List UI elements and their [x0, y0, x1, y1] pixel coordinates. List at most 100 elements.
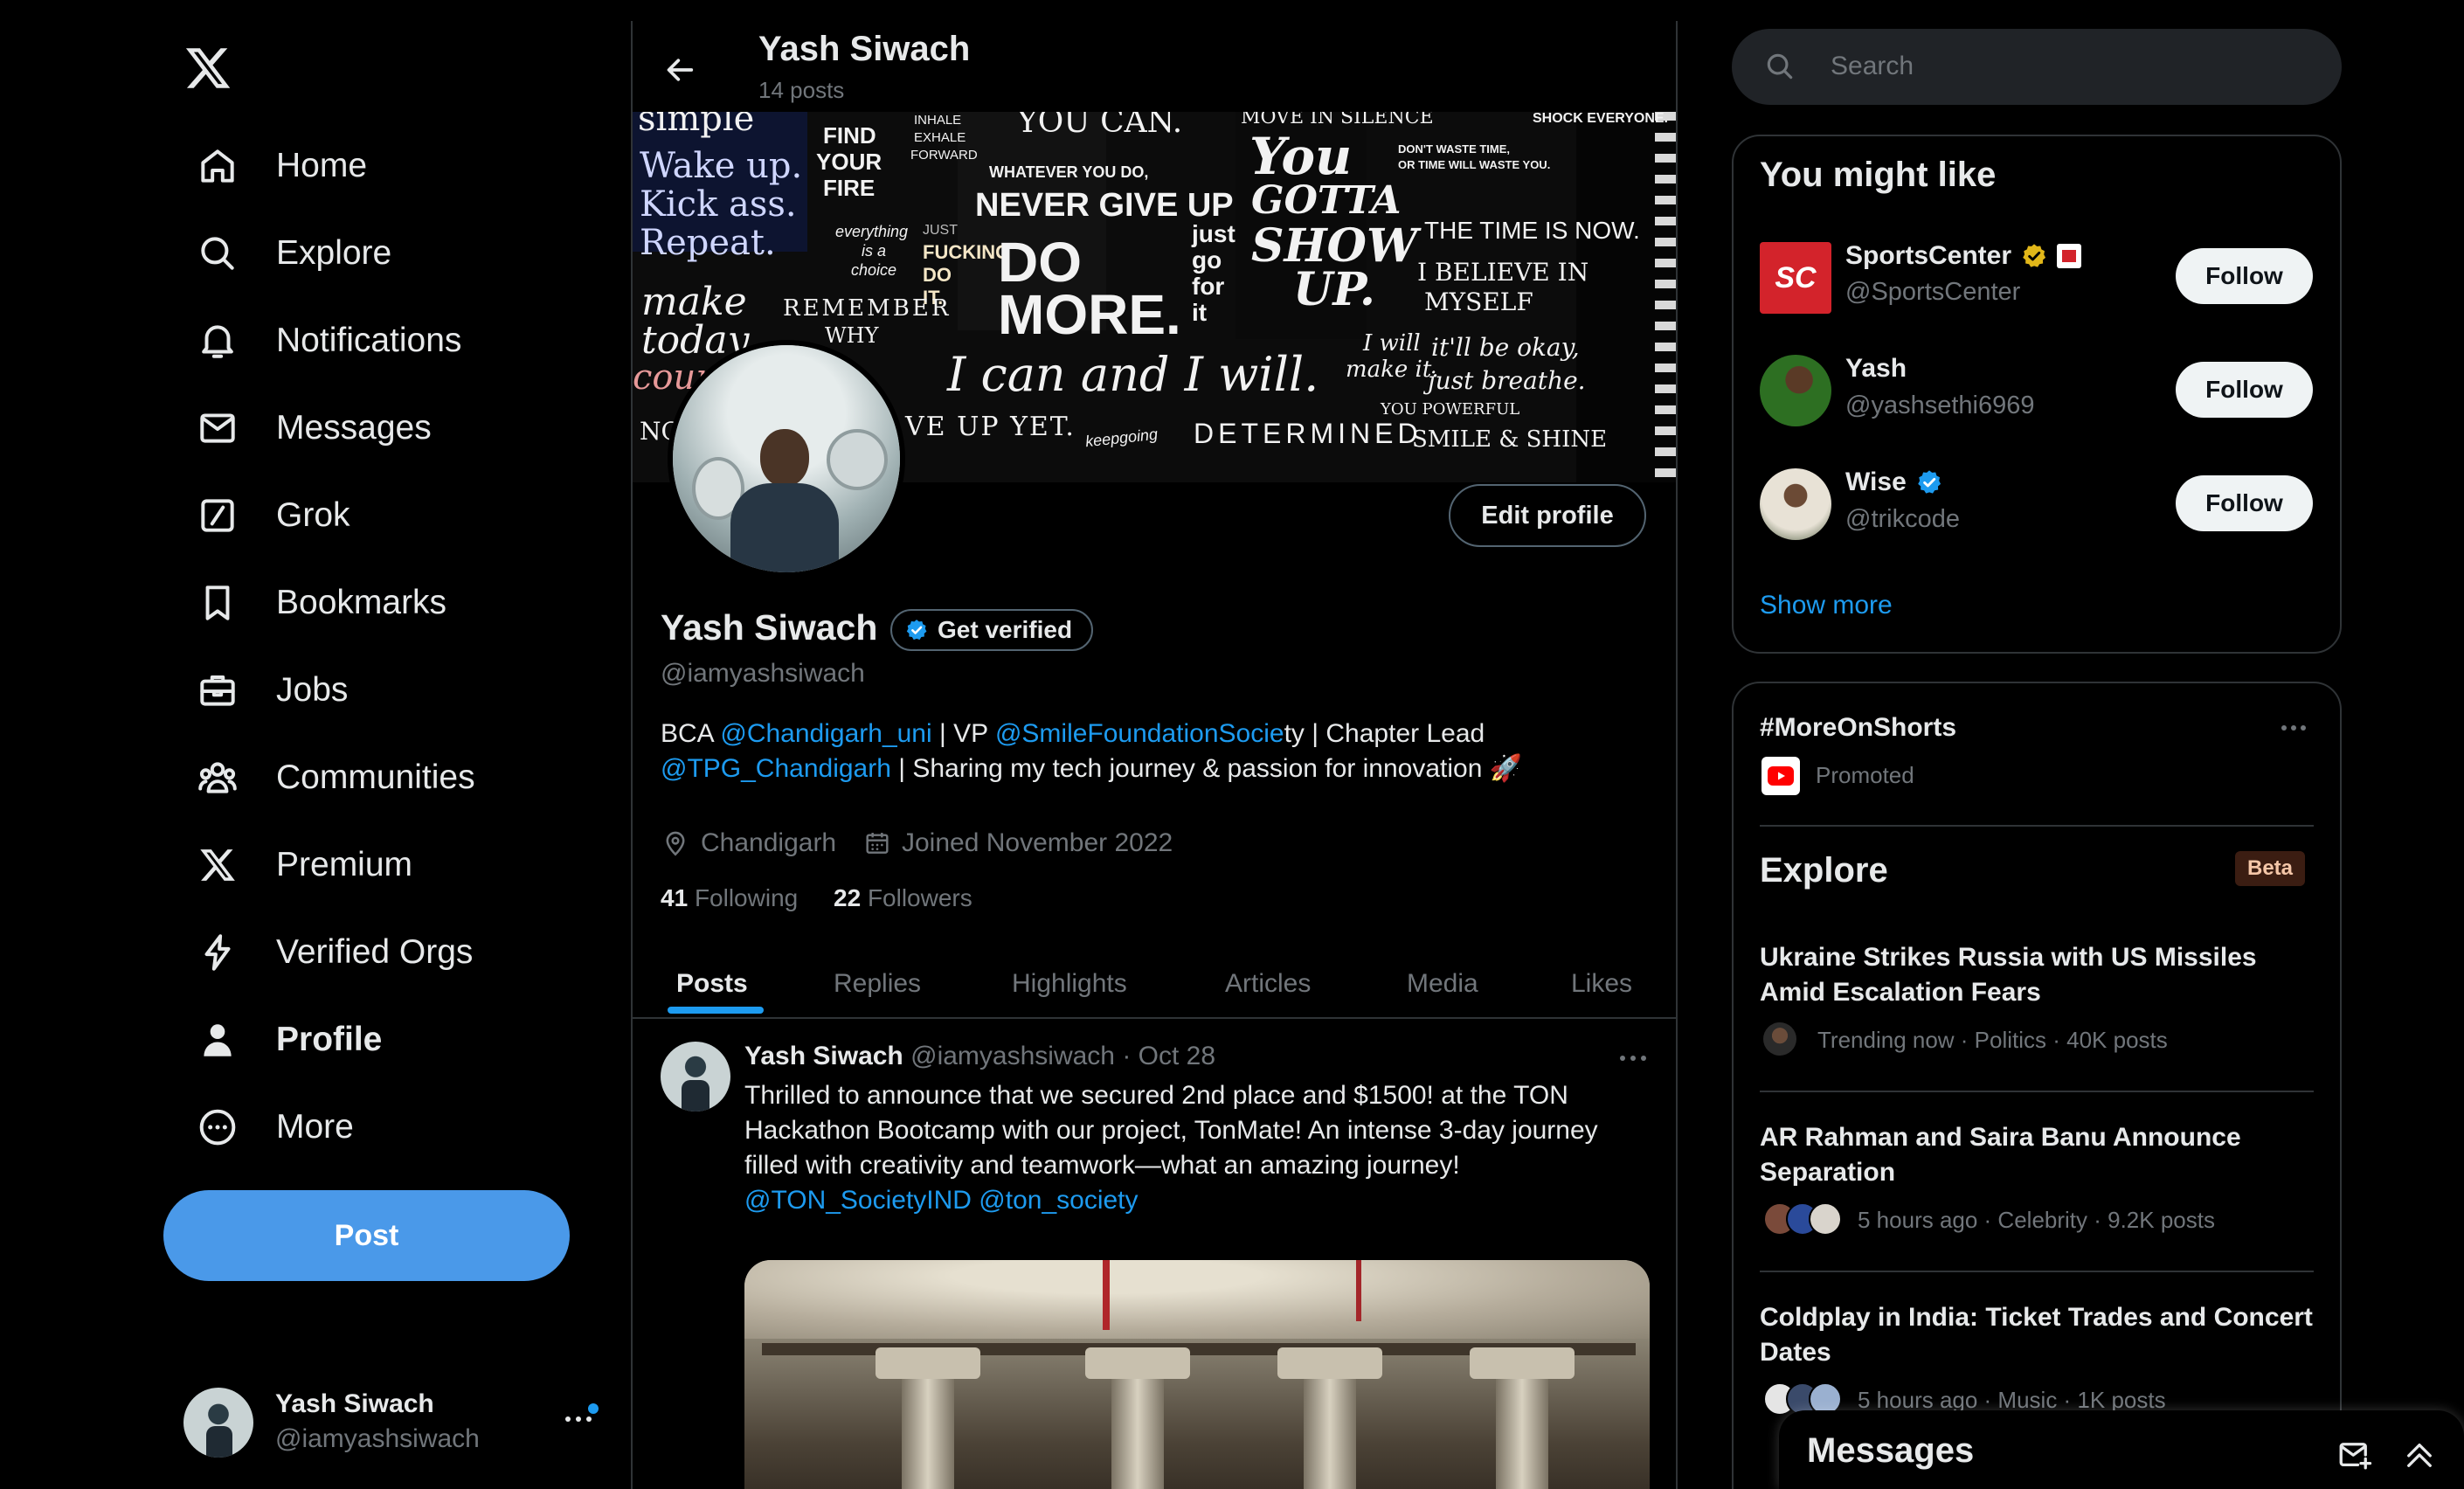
- banner-phrase: is a: [862, 242, 887, 260]
- avatar[interactable]: [661, 1042, 730, 1112]
- post-button[interactable]: Post: [163, 1190, 570, 1281]
- avatar[interactable]: [1760, 355, 1831, 426]
- tab-likes[interactable]: Likes: [1571, 969, 1632, 999]
- grok-icon: [194, 492, 241, 539]
- banner-phrase: REMEMBER: [783, 295, 952, 322]
- suggestion-name[interactable]: Wise: [1845, 467, 1943, 497]
- nav-explore[interactable]: Explore: [180, 218, 405, 288]
- trend-meta: Trending now · Politics · 40K posts: [1817, 1027, 2168, 1053]
- tab-posts[interactable]: Posts: [676, 969, 748, 999]
- banner-phrase: just breathe.: [1428, 366, 1586, 395]
- x-logo-icon[interactable]: [183, 44, 232, 93]
- tab-media[interactable]: Media: [1407, 969, 1478, 999]
- promo-more-icon[interactable]: [2281, 724, 2307, 732]
- post[interactable]: Yash Siwach @iamyashsiwach · Oct 28 Thri…: [633, 1019, 1676, 1489]
- suggestion-name[interactable]: SportsCenter: [1845, 241, 2082, 271]
- suggestion-name[interactable]: Yash: [1845, 354, 1907, 384]
- nav-grok[interactable]: Grok: [180, 481, 364, 551]
- banner-phrase: just: [1192, 220, 1235, 247]
- banner-phrase: THE TIME IS NOW.: [1424, 217, 1640, 244]
- post-image[interactable]: [744, 1260, 1650, 1489]
- tab-articles[interactable]: Articles: [1225, 969, 1311, 999]
- nav-label: Profile: [276, 1021, 383, 1058]
- collapse-chevron-icon[interactable]: [2401, 1437, 2438, 1473]
- banner-phrase: everything: [835, 223, 909, 240]
- nav-premium[interactable]: Premium: [180, 830, 426, 900]
- new-message-icon[interactable]: [2336, 1437, 2373, 1473]
- active-tab-indicator: [668, 1007, 764, 1014]
- youtube-icon: [1761, 757, 1800, 795]
- post-author[interactable]: Yash Siwach: [744, 1042, 903, 1070]
- banner-phrase: DETERMINED: [1194, 418, 1422, 449]
- banner-phrase: You: [1249, 127, 1353, 186]
- nav-bookmarks[interactable]: Bookmarks: [180, 568, 460, 638]
- avatar[interactable]: [1760, 468, 1831, 540]
- edit-profile-button[interactable]: Edit profile: [1449, 484, 1646, 547]
- banner-phrase: for: [1192, 273, 1225, 300]
- banner-phrase: FIND: [823, 122, 876, 149]
- banner-phrase: DO: [923, 264, 952, 286]
- banner-phrase: WHY: [825, 323, 879, 348]
- show-more-link[interactable]: Show more: [1760, 591, 1893, 620]
- nav-messages[interactable]: Messages: [180, 393, 446, 463]
- banner-phrase: GOTTA: [1251, 178, 1402, 223]
- trend-title[interactable]: Coldplay in India: Ticket Trades and Con…: [1760, 1300, 2319, 1370]
- get-verified-button[interactable]: Get verified: [890, 609, 1094, 651]
- bio-mention-link[interactable]: @Chandigarh_uni: [720, 719, 931, 748]
- account-switcher[interactable]: Yash Siwach @iamyashsiwach: [175, 1381, 612, 1465]
- promo-hashtag[interactable]: #MoreOnShorts: [1760, 713, 1956, 743]
- more-dots-icon[interactable]: [564, 1414, 593, 1424]
- banner-phrase: SHOCK EVERYONE.: [1533, 112, 1668, 126]
- bio-mention-link[interactable]: @TPG_Chandigarh: [661, 754, 891, 783]
- follow-button[interactable]: Follow: [2176, 248, 2313, 304]
- banner-phrase: EXHALE: [914, 130, 966, 145]
- banner-phrase: FORWARD: [910, 148, 978, 163]
- nav-profile[interactable]: Profile: [180, 1005, 396, 1075]
- nav-notifications[interactable]: Notifications: [180, 306, 475, 376]
- profile-avatar[interactable]: [668, 340, 905, 578]
- tab-highlights[interactable]: Highlights: [1012, 969, 1127, 999]
- get-verified-label: Get verified: [938, 616, 1073, 643]
- explore-title: Explore: [1760, 851, 1888, 890]
- header-post-count: 14 posts: [758, 77, 845, 103]
- banner-phrase: SMILE & SHINE: [1412, 426, 1608, 453]
- search-placeholder: Search: [1831, 52, 1914, 80]
- nav-label: Bookmarks: [276, 584, 447, 621]
- followers-link[interactable]: 22 Followers: [834, 884, 972, 912]
- post-date[interactable]: Oct 28: [1139, 1042, 1215, 1070]
- nav-jobs[interactable]: Jobs: [180, 655, 362, 725]
- banner-phrase: I BELIEVE IN: [1417, 258, 1589, 287]
- follow-button[interactable]: Follow: [2176, 475, 2313, 531]
- profile-joined: Joined November 2022: [863, 828, 1173, 858]
- bookmark-icon: [194, 579, 241, 627]
- tab-replies[interactable]: Replies: [834, 969, 921, 999]
- nav-verified-orgs[interactable]: Verified Orgs: [180, 918, 487, 987]
- suggestion-handle: @trikcode: [1845, 505, 1960, 533]
- banner-phrase: VE UP YET.: [905, 412, 1076, 442]
- messages-drawer[interactable]: Messages: [1779, 1410, 2464, 1489]
- trend-title[interactable]: Ukraine Strikes Russia with US Missiles …: [1760, 940, 2319, 1010]
- post-more-icon[interactable]: [1618, 1054, 1648, 1063]
- follow-button[interactable]: Follow: [2176, 362, 2313, 418]
- following-link[interactable]: 41 Following: [661, 884, 798, 912]
- bio-mention-link[interactable]: @SmileFoundationSocie: [995, 719, 1284, 748]
- trend-meta: 5 hours ago · Celebrity · 9.2K posts: [1858, 1207, 2215, 1233]
- post-mentions[interactable]: @TON_SocietyIND @ton_society: [744, 1183, 1139, 1218]
- avatar[interactable]: SC: [1760, 242, 1831, 314]
- nav-home[interactable]: Home: [180, 131, 381, 201]
- divider: [1760, 1091, 2314, 1092]
- nav-communities[interactable]: Communities: [180, 743, 489, 813]
- location-pin-icon: [661, 828, 690, 858]
- back-arrow-icon[interactable]: [662, 52, 697, 87]
- banner-phrase: I will: [1363, 330, 1421, 357]
- nav-more[interactable]: More: [180, 1092, 368, 1162]
- nav-label: Verified Orgs: [276, 933, 474, 971]
- calendar-icon: [863, 829, 891, 857]
- search-input[interactable]: Search: [1732, 29, 2342, 105]
- trend-title[interactable]: AR Rahman and Saira Banu Announce Separa…: [1760, 1120, 2319, 1190]
- nav-label: Home: [276, 147, 368, 184]
- account-handle: @iamyashsiwach: [275, 1424, 480, 1453]
- banner-phrase: YOU CAN.: [1017, 112, 1183, 140]
- post-handle[interactable]: @iamyashsiwach: [910, 1042, 1115, 1070]
- verified-badge-icon: [1915, 468, 1943, 496]
